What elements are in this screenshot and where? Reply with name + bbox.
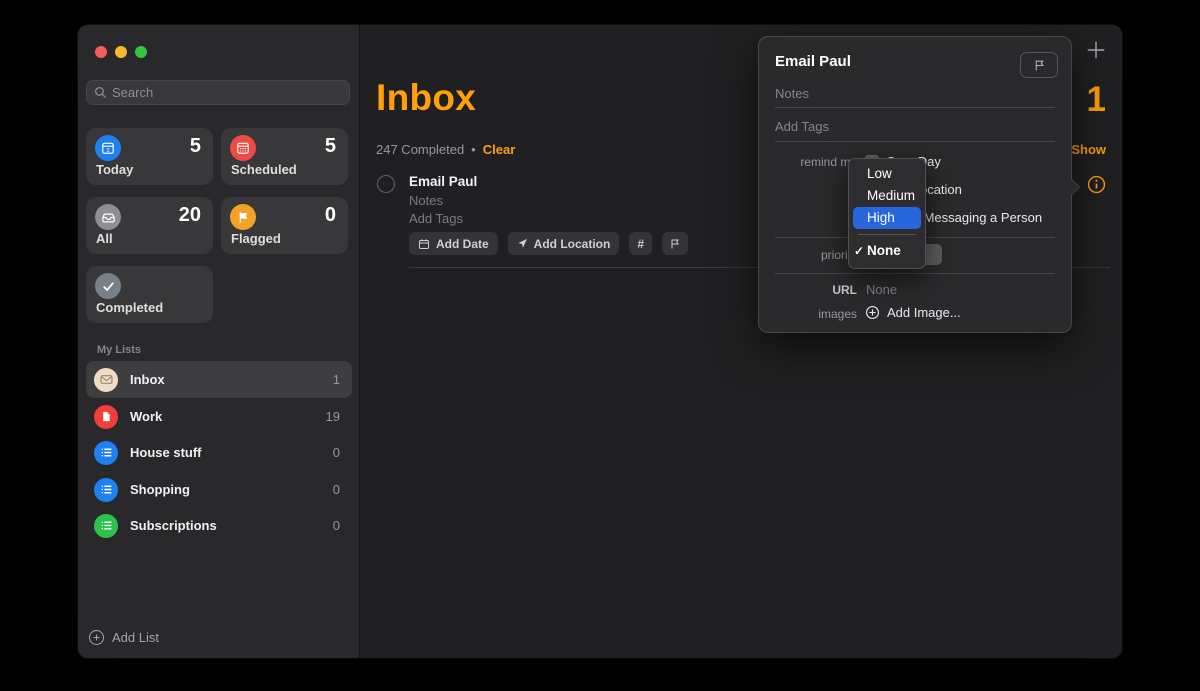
info-button[interactable] <box>1087 175 1106 194</box>
list-count: 19 <box>326 409 340 424</box>
svg-text:3: 3 <box>107 148 110 154</box>
list-total-count: 1 <box>1087 80 1106 120</box>
add-list-label: Add List <box>112 630 159 645</box>
clear-button[interactable]: Clear <box>483 142 516 157</box>
task-notes-field[interactable]: Notes <box>409 193 443 208</box>
flag-task-button[interactable] <box>662 232 688 255</box>
hash-icon: # <box>637 237 644 251</box>
minimize-button[interactable] <box>115 46 127 58</box>
add-list-button[interactable]: Add List <box>89 630 159 645</box>
location-arrow-icon <box>517 238 528 249</box>
bullet-list-icon <box>94 478 118 502</box>
completed-summary: 247 Completed <box>376 142 464 157</box>
url-label: URL <box>767 283 857 297</box>
smart-list-scheduled[interactable]: 5 Scheduled <box>221 128 348 185</box>
show-button[interactable]: Show <box>1071 142 1106 157</box>
list-count: 0 <box>333 482 340 497</box>
task-tags-field[interactable]: Add Tags <box>409 211 463 226</box>
new-reminder-button[interactable] <box>1085 39 1107 61</box>
today-calendar-icon: 3 <box>95 135 121 161</box>
sidebar-item-house-stuff[interactable]: House stuff 0 <box>86 434 352 471</box>
list-label: House stuff <box>130 445 321 460</box>
tag-hash-button[interactable]: # <box>629 232 652 255</box>
zoom-button[interactable] <box>135 46 147 58</box>
sidebar-item-subscriptions[interactable]: Subscriptions 0 <box>86 507 352 544</box>
plus-circle-icon <box>865 305 880 320</box>
flagged-count: 0 <box>325 204 336 227</box>
sidebar-item-inbox[interactable]: Inbox 1 <box>86 361 352 398</box>
task-complete-radio[interactable] <box>377 175 395 193</box>
today-label: Today <box>96 162 133 177</box>
today-count: 5 <box>190 135 201 158</box>
priority-menu: Low Medium High ✓ None <box>848 158 926 269</box>
completed-label: Completed <box>96 300 163 315</box>
popover-tags-field[interactable]: Add Tags <box>775 119 829 134</box>
document-icon <box>94 405 118 429</box>
menu-item-none[interactable]: ✓ None <box>853 240 921 262</box>
inbox-tray-icon <box>95 204 121 230</box>
remind-me-label: remind me <box>767 155 857 169</box>
menu-separator <box>858 234 916 235</box>
smart-list-completed[interactable]: Completed <box>86 266 213 323</box>
add-date-button[interactable]: Add Date <box>409 232 498 255</box>
list-count: 0 <box>333 445 340 460</box>
bullet-list-icon <box>94 514 118 538</box>
add-image-label: Add Image... <box>887 305 961 320</box>
flag-icon <box>230 204 256 230</box>
page-title: Inbox <box>376 77 476 119</box>
divider <box>775 141 1055 142</box>
scheduled-calendar-icon <box>230 135 256 161</box>
scheduled-count: 5 <box>325 135 336 158</box>
menu-item-low[interactable]: Low <box>853 163 921 185</box>
menu-item-none-label: None <box>867 243 901 258</box>
images-label: images <box>767 307 857 321</box>
sidebar-item-shopping[interactable]: Shopping 0 <box>86 471 352 508</box>
plus-circle-icon <box>89 630 104 645</box>
add-image-button[interactable]: Add Image... <box>865 305 961 320</box>
add-location-button[interactable]: Add Location <box>508 232 620 255</box>
sidebar: 3 5 Today 5 Scheduled 20 All <box>78 25 360 658</box>
checkmark-icon <box>95 273 121 299</box>
popover-arrow <box>1070 178 1079 196</box>
add-location-label: Add Location <box>534 237 611 251</box>
all-label: All <box>96 231 113 246</box>
flag-outline-icon <box>669 238 681 250</box>
search-icon <box>94 86 107 99</box>
task-title[interactable]: Email Paul <box>409 174 477 189</box>
popover-flag-button[interactable] <box>1020 52 1058 78</box>
url-value[interactable]: None <box>866 282 897 297</box>
search-field[interactable] <box>86 80 350 105</box>
list-count: 1 <box>333 372 340 387</box>
divider <box>775 273 1055 274</box>
add-date-label: Add Date <box>436 237 489 251</box>
all-count: 20 <box>179 204 201 227</box>
sidebar-item-work[interactable]: Work 19 <box>86 398 352 435</box>
smart-list-today[interactable]: 3 5 Today <box>86 128 213 185</box>
popover-notes-field[interactable]: Notes <box>775 86 809 101</box>
summary-dot: • <box>471 142 476 157</box>
my-lists-header: My Lists <box>97 344 141 356</box>
divider <box>775 107 1055 108</box>
smart-list-flagged[interactable]: 0 Flagged <box>221 197 348 254</box>
smart-list-all[interactable]: 20 All <box>86 197 213 254</box>
close-button[interactable] <box>95 46 107 58</box>
calendar-icon <box>418 238 430 250</box>
flagged-label: Flagged <box>231 231 281 246</box>
menu-item-high[interactable]: High <box>853 207 921 229</box>
checkmark-icon: ✓ <box>854 240 864 262</box>
scheduled-label: Scheduled <box>231 162 297 177</box>
search-input[interactable] <box>112 85 342 100</box>
envelope-icon <box>94 368 118 392</box>
priority-label: priority <box>767 248 857 262</box>
popover-task-title[interactable]: Email Paul <box>775 53 851 70</box>
list-label: Shopping <box>130 482 321 497</box>
menu-item-medium[interactable]: Medium <box>853 185 921 207</box>
list-label: Inbox <box>130 372 321 387</box>
list-count: 0 <box>333 518 340 533</box>
reminders-window: 3 5 Today 5 Scheduled 20 All <box>78 25 1122 658</box>
list-label: Subscriptions <box>130 518 321 533</box>
bullet-list-icon <box>94 441 118 465</box>
list-label: Work <box>130 409 314 424</box>
